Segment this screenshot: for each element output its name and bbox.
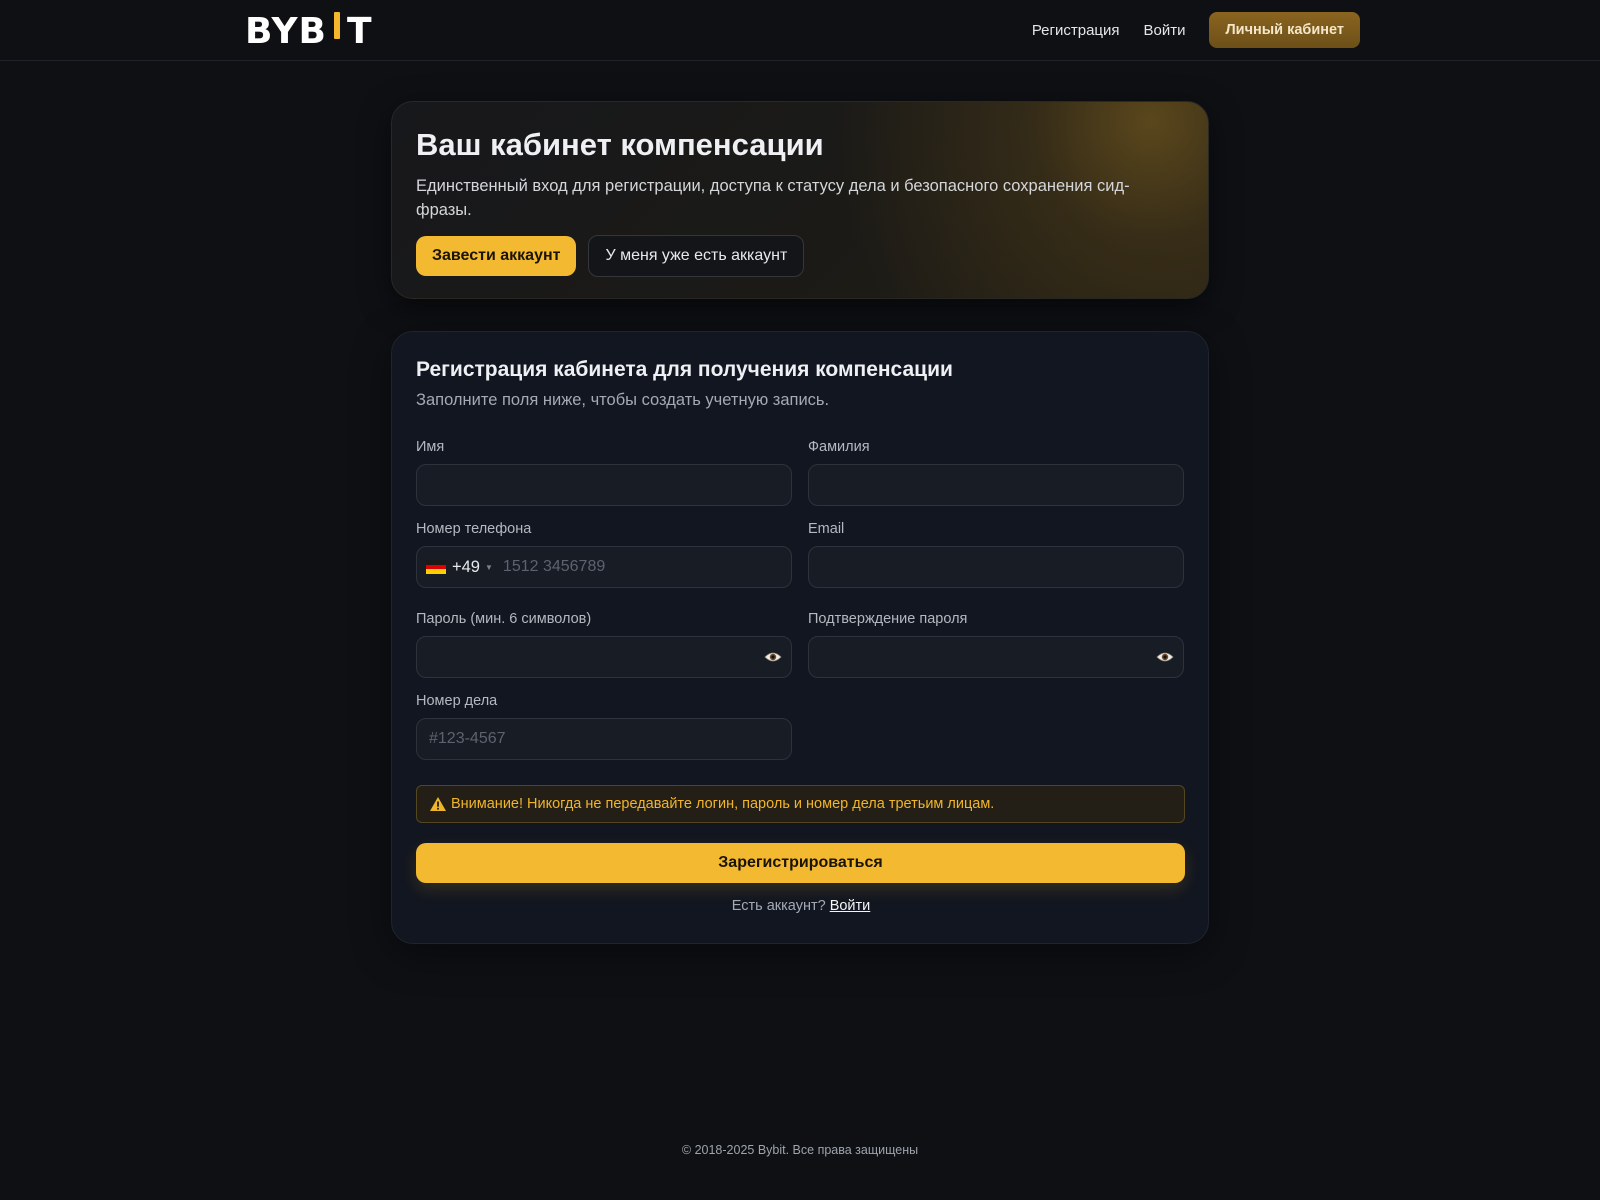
last-name-wrapper (808, 464, 1184, 506)
first-name-input[interactable] (417, 465, 791, 505)
phone-input[interactable] (492, 547, 791, 587)
last-name-label: Фамилия (808, 439, 870, 455)
password-input[interactable] (417, 637, 791, 677)
nav-login-link[interactable]: Войти (1144, 22, 1186, 39)
country-code: +49 (452, 557, 480, 576)
login-prompt: Есть аккаунт? Войти (392, 898, 1210, 914)
eye-icon[interactable] (1155, 647, 1175, 667)
registration-subtitle: Заполните поля ниже, чтобы создать учетн… (416, 391, 830, 409)
logo-text-left: BYB (245, 11, 327, 52)
create-account-button[interactable]: Завести аккаунт (416, 236, 577, 276)
email-input[interactable] (809, 547, 1183, 587)
email-group: Email (808, 520, 1184, 588)
hero-title: Ваш кабинет компенсации (416, 127, 824, 162)
germany-flag-icon (426, 560, 446, 575)
first-name-group: Имя (416, 438, 792, 506)
logo-accent-bar (333, 12, 340, 39)
eye-icon[interactable] (763, 647, 783, 667)
email-wrapper (808, 546, 1184, 588)
nav-register-link[interactable]: Регистрация (1032, 22, 1120, 39)
phone-group: Номер телефона +49 ▼ (416, 520, 792, 588)
case-number-group: Номер дела (416, 692, 792, 760)
case-number-wrapper (416, 718, 792, 760)
have-account-text: Есть аккаунт? (731, 898, 826, 914)
security-warning: Внимание! Никогда не передавайте логин, … (416, 785, 1185, 823)
phone-label: Номер телефона (416, 521, 532, 537)
password-confirm-wrapper (808, 636, 1184, 678)
password-confirm-input[interactable] (809, 637, 1183, 677)
registration-card: Регистрация кабинета для получения компе… (391, 331, 1209, 944)
logo-text-right: T (346, 11, 373, 52)
password-wrapper (416, 636, 792, 678)
hero-card: Ваш кабинет компенсации Единственный вхо… (391, 101, 1209, 299)
country-code-selector[interactable]: +49 ▼ (417, 547, 493, 587)
footer-copyright: © 2018-2025 Bybit. Все права защищены (681, 1143, 919, 1157)
password-label: Пароль (мин. 6 символов) (416, 611, 592, 627)
first-name-label: Имя (416, 439, 445, 455)
password-confirm-label: Подтверждение пароля (808, 611, 968, 627)
hero-actions: Завести аккаунт У меня уже есть аккаунт (416, 235, 1184, 277)
phone-wrapper: +49 ▼ (416, 546, 792, 588)
have-account-button[interactable]: У меня уже есть аккаунт (588, 235, 805, 277)
caret-down-icon: ▼ (485, 562, 493, 572)
register-submit-button[interactable]: Зарегистрироваться (416, 843, 1185, 883)
case-number-label: Номер дела (416, 693, 498, 709)
password-group: Пароль (мин. 6 символов) (416, 610, 792, 678)
hero-description: Единственный вход для регистрации, досту… (416, 177, 1130, 219)
case-number-input[interactable] (417, 719, 791, 759)
last-name-input[interactable] (809, 465, 1183, 505)
bybit-logo[interactable]: BYB T (245, 12, 373, 52)
registration-title: Регистрация кабинета для получения компе… (416, 358, 953, 381)
first-name-wrapper (416, 464, 792, 506)
password-confirm-group: Подтверждение пароля (808, 610, 1184, 678)
top-navbar: BYB T Регистрация Войти Личный кабинет (0, 0, 1600, 61)
last-name-group: Фамилия (808, 438, 1184, 506)
login-link[interactable]: Войти (830, 898, 871, 914)
header-nav: Регистрация Войти Личный кабинет (1032, 12, 1360, 48)
warning-text: Внимание! Никогда не передавайте логин, … (451, 796, 995, 812)
email-label: Email (808, 521, 845, 537)
personal-cabinet-button[interactable]: Личный кабинет (1209, 12, 1360, 48)
warning-icon (430, 797, 446, 811)
